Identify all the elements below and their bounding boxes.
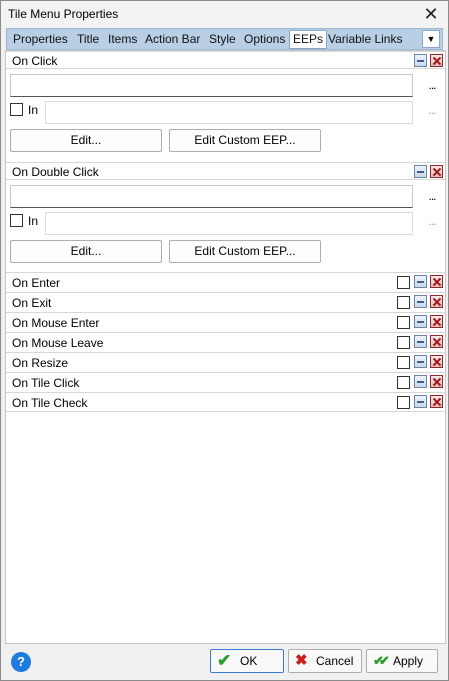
event-label: On Exit xyxy=(12,296,52,310)
ok-button[interactable]: ✔ OK xyxy=(210,649,284,673)
cancel-label: Cancel xyxy=(316,654,354,668)
collapse-icon[interactable] xyxy=(414,295,427,308)
eeps-panel: On Click ... In ... Edit... Edit Custom … xyxy=(5,50,446,644)
event-row-on-tile-check: On Tile Check xyxy=(6,392,445,412)
ok-label: OK xyxy=(240,654,258,668)
browse-button[interactable]: ... xyxy=(425,78,439,92)
event-row-on-exit: On Exit xyxy=(6,292,445,312)
collapse-icon[interactable] xyxy=(414,275,427,288)
tab-action-bar[interactable]: Action Bar xyxy=(142,31,203,48)
close-icon[interactable]: ✕ xyxy=(420,3,442,25)
section-header-on-double-click: On Double Click xyxy=(6,162,445,180)
double-checkmark-icon: ✔✔ xyxy=(373,653,390,668)
event-checkbox[interactable] xyxy=(397,356,410,369)
event-row-on-tile-click: On Tile Click xyxy=(6,372,445,392)
edit-custom-eep-button[interactable]: Edit Custom EEP... xyxy=(169,129,321,152)
event-label: On Resize xyxy=(12,356,69,370)
tab-bar: Properties Title Items Action Bar Style … xyxy=(6,28,443,50)
section-title: On Double Click xyxy=(12,165,99,179)
collapse-icon[interactable] xyxy=(414,395,427,408)
edit-button[interactable]: Edit... xyxy=(10,129,162,152)
close-icon: ✖ xyxy=(295,652,308,669)
in-label: In xyxy=(28,214,39,228)
collapse-icon[interactable] xyxy=(414,165,427,178)
event-checkbox[interactable] xyxy=(397,396,410,409)
section-title: On Click xyxy=(12,54,58,68)
event-row-on-mouse-enter: On Mouse Enter xyxy=(6,312,445,332)
collapse-icon[interactable] xyxy=(414,375,427,388)
event-row-on-resize: On Resize xyxy=(6,352,445,372)
delete-icon[interactable] xyxy=(430,275,443,288)
event-row-on-mouse-leave: On Mouse Leave xyxy=(6,332,445,352)
collapse-icon[interactable] xyxy=(414,315,427,328)
in-target-input[interactable] xyxy=(45,101,413,124)
tab-eeps[interactable]: EEPs xyxy=(289,30,328,49)
event-label: On Tile Check xyxy=(12,396,88,410)
event-label: On Mouse Enter xyxy=(12,316,100,330)
chevron-down-icon[interactable]: ▼ xyxy=(422,30,440,48)
delete-icon[interactable] xyxy=(430,375,443,388)
apply-button[interactable]: ✔✔ Apply xyxy=(366,649,438,673)
on-double-click-action-input[interactable] xyxy=(10,185,413,208)
browse-button-disabled: ... xyxy=(428,103,436,117)
tab-properties[interactable]: Properties xyxy=(10,31,71,48)
tab-variable-links[interactable]: Variable Links xyxy=(325,31,405,48)
delete-icon[interactable] xyxy=(430,165,443,178)
in-checkbox[interactable] xyxy=(10,103,23,116)
event-checkbox[interactable] xyxy=(397,276,410,289)
event-checkbox[interactable] xyxy=(397,376,410,389)
delete-icon[interactable] xyxy=(430,295,443,308)
section-header-on-click: On Click xyxy=(6,51,445,69)
delete-icon[interactable] xyxy=(430,395,443,408)
apply-label: Apply xyxy=(393,654,424,668)
event-label: On Enter xyxy=(12,276,61,290)
edit-button[interactable]: Edit... xyxy=(10,240,162,263)
browse-button-disabled: ... xyxy=(428,214,436,228)
event-label: On Tile Click xyxy=(12,376,80,390)
help-icon[interactable]: ? xyxy=(11,652,31,672)
tab-items[interactable]: Items xyxy=(105,31,140,48)
browse-button[interactable]: ... xyxy=(425,189,439,203)
event-checkbox[interactable] xyxy=(397,336,410,349)
collapse-icon[interactable] xyxy=(414,355,427,368)
edit-custom-eep-button[interactable]: Edit Custom EEP... xyxy=(169,240,321,263)
collapse-icon[interactable] xyxy=(414,335,427,348)
delete-icon[interactable] xyxy=(430,315,443,328)
in-label: In xyxy=(28,103,39,117)
properties-window: Tile Menu Properties ✕ Properties Title … xyxy=(0,0,449,681)
dialog-footer: ? ✔ OK ✖ Cancel ✔✔ Apply xyxy=(1,644,448,680)
in-target-input[interactable] xyxy=(45,212,413,235)
title-bar: Tile Menu Properties ✕ xyxy=(1,1,448,28)
event-label: On Mouse Leave xyxy=(12,336,104,350)
checkmark-icon: ✔ xyxy=(217,651,232,670)
window-title: Tile Menu Properties xyxy=(8,7,119,21)
delete-icon[interactable] xyxy=(430,355,443,368)
event-row-on-enter: On Enter xyxy=(6,272,445,292)
collapse-icon[interactable] xyxy=(414,54,427,67)
delete-icon[interactable] xyxy=(430,54,443,67)
tab-title[interactable]: Title xyxy=(74,31,102,48)
tab-style[interactable]: Style xyxy=(206,31,239,48)
tab-options[interactable]: Options xyxy=(241,31,288,48)
cancel-button[interactable]: ✖ Cancel xyxy=(288,649,362,673)
in-checkbox[interactable] xyxy=(10,214,23,227)
on-click-action-input[interactable] xyxy=(10,74,413,97)
delete-icon[interactable] xyxy=(430,335,443,348)
event-checkbox[interactable] xyxy=(397,316,410,329)
event-checkbox[interactable] xyxy=(397,296,410,309)
